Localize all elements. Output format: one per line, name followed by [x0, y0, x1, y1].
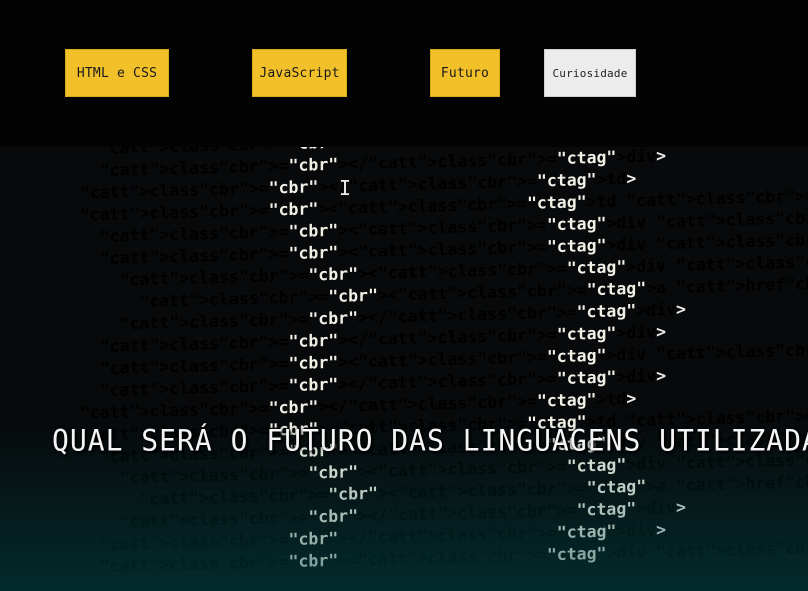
nav-button-html-css[interactable]: HTML e CSS: [65, 49, 169, 97]
nav-button-javascript[interactable]: JavaScript: [252, 49, 347, 97]
code-image: "catt">class"cbr">="cbr"><"catt">class"c…: [60, 147, 808, 579]
nav-button-futuro[interactable]: Futuro: [430, 49, 500, 97]
text-cursor-icon: I: [339, 176, 352, 200]
hero-headline: QUAL SERÁ O FUTURO DAS LINGUAGENS UTILIZ…: [52, 423, 808, 458]
top-navigation-bar: HTML e CSS JavaScript Futuro Curiosidade: [0, 0, 808, 147]
nav-button-curiosidade[interactable]: Curiosidade: [544, 49, 636, 97]
hero-code-background: "catt">class"cbr">="cbr"><"catt">class"c…: [0, 147, 808, 591]
